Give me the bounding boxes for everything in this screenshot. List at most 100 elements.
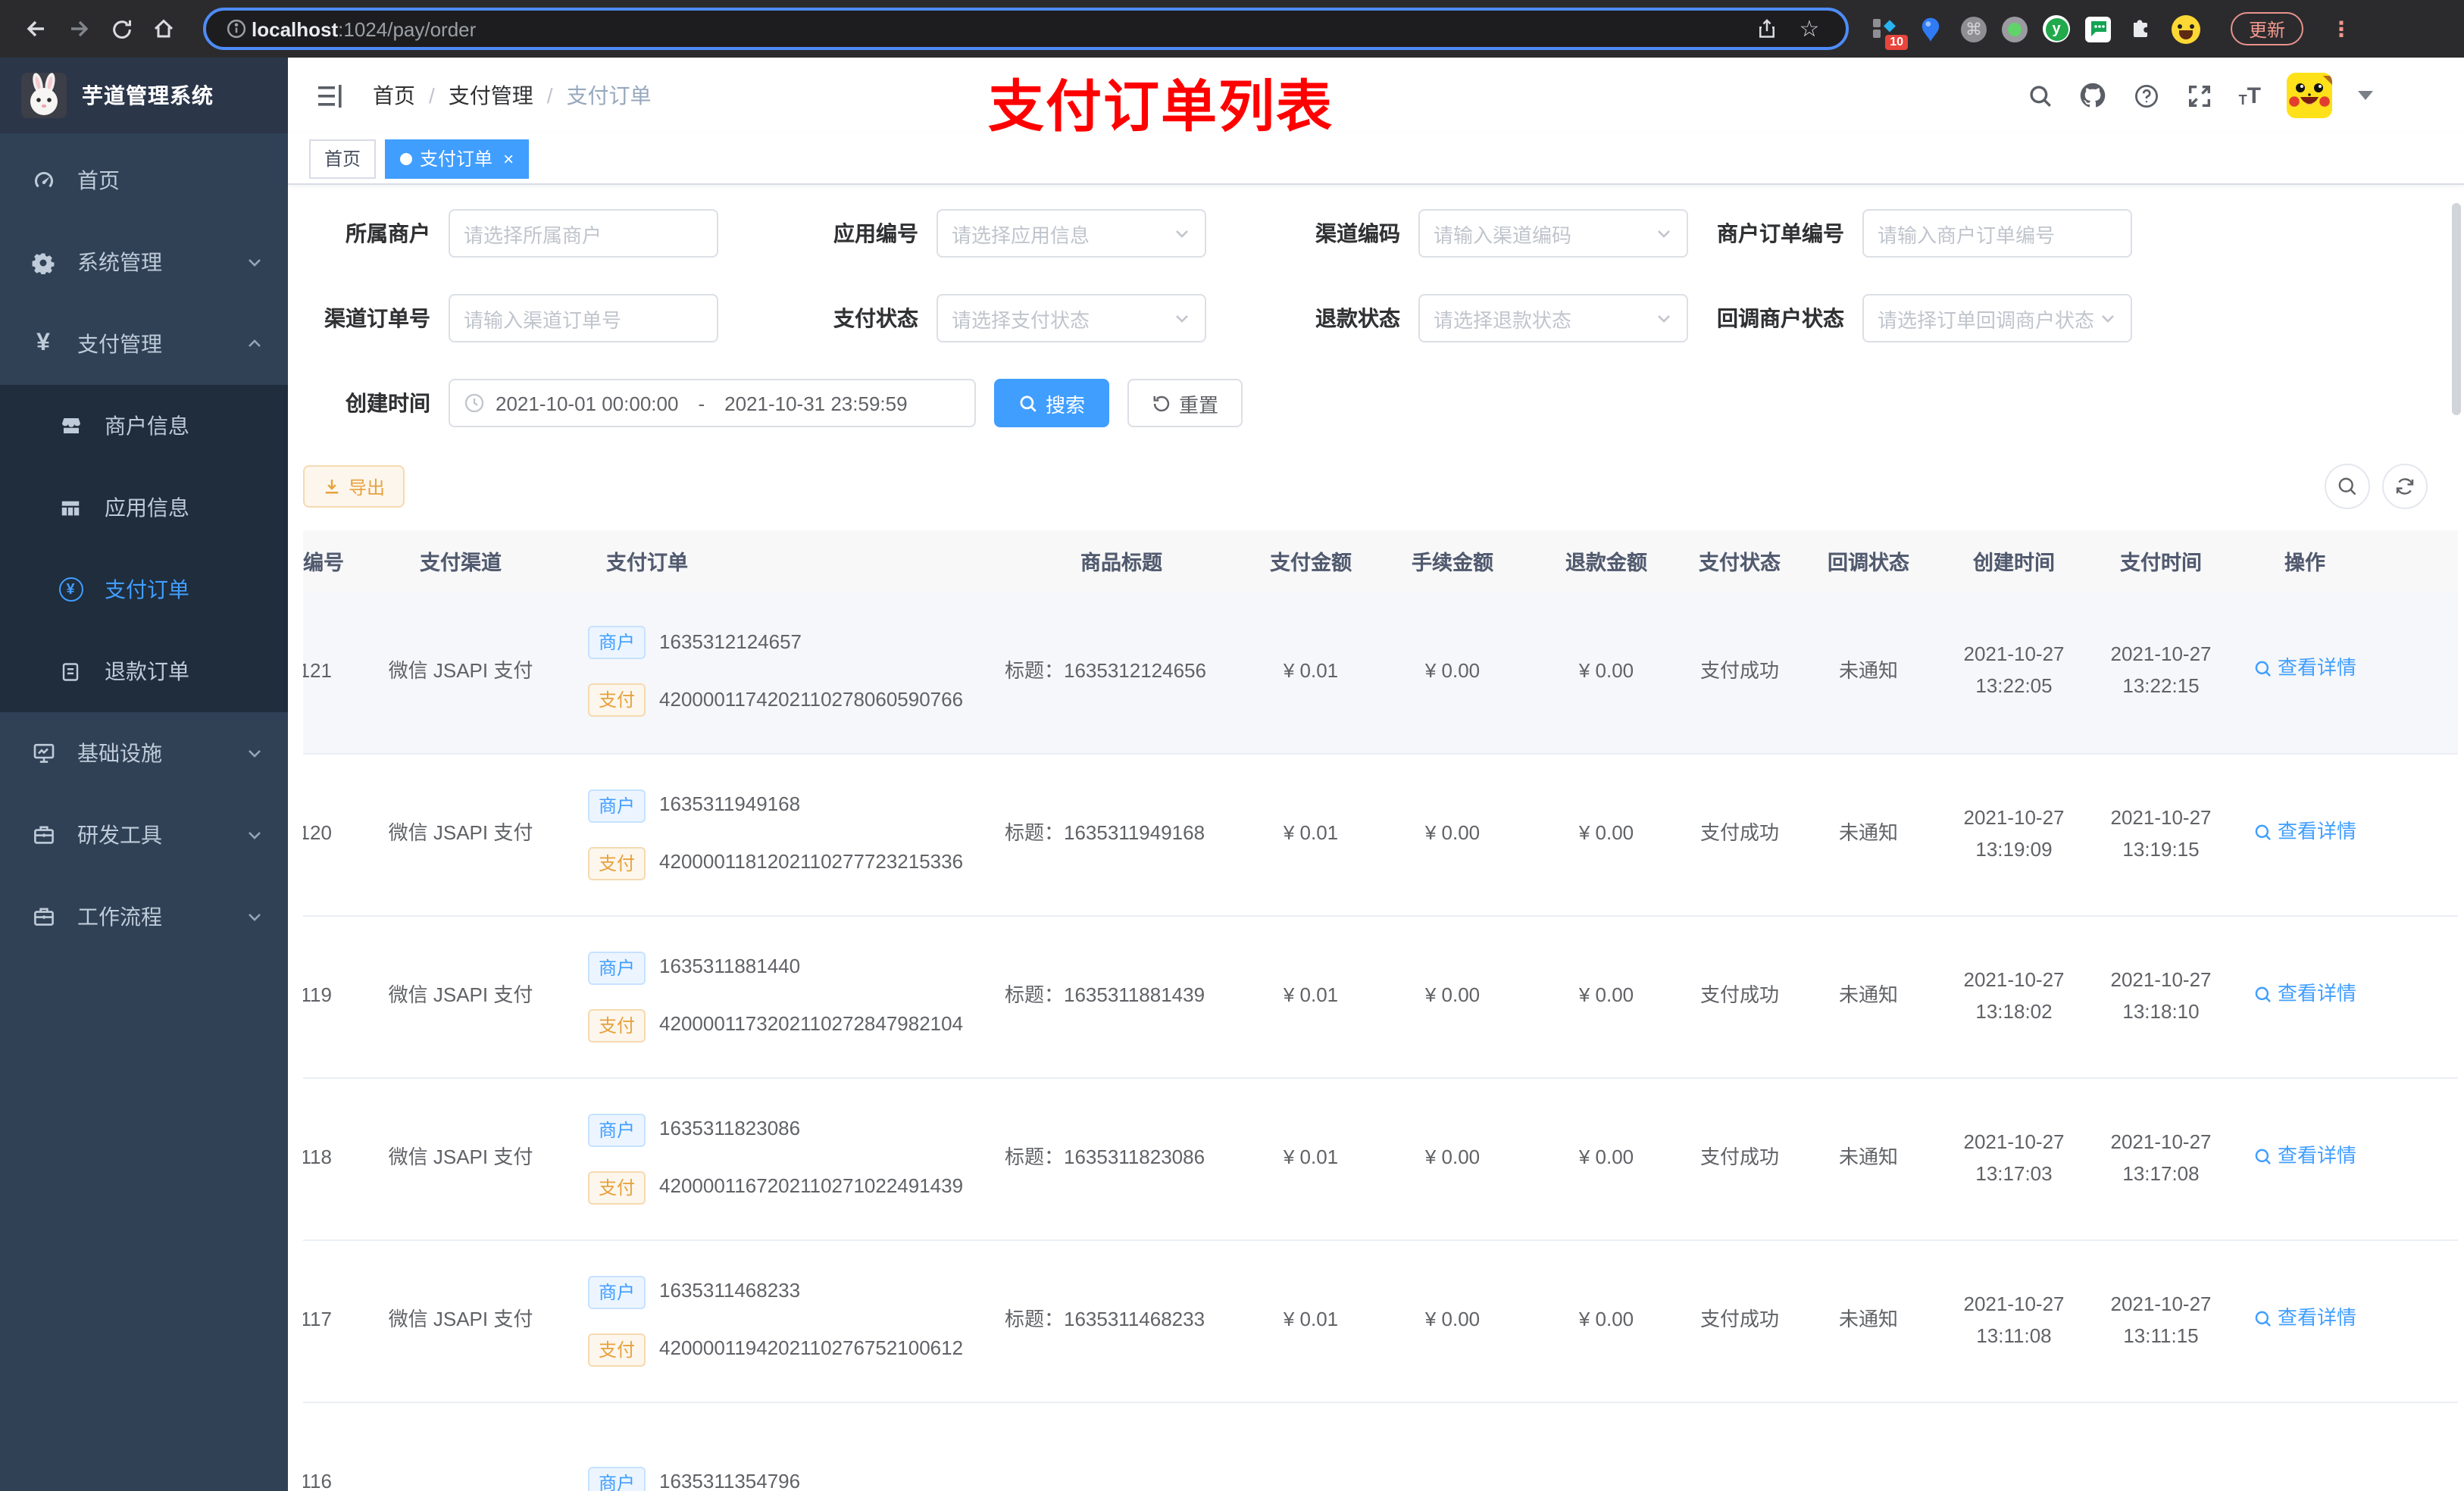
status-dot-extension-icon[interactable] [2002, 16, 2028, 42]
cell-actions: 查看详情 [2231, 1077, 2458, 1240]
filter-label: 回调商户状态 [1717, 306, 1844, 330]
cell-channel: 微信 JSAPI 支付 [358, 1239, 564, 1402]
merchant-tag: 商户 [588, 1466, 646, 1491]
export-button[interactable]: 导出 [303, 465, 405, 508]
cell-order-no: 商户 1635311468233 支付 4200001194202110276752… [564, 1239, 993, 1402]
cell-fee: ¥ 0.00 [1371, 1077, 1534, 1240]
dashboard-icon [30, 167, 56, 193]
pay-tag: 支付 [588, 846, 646, 880]
merchant-tag: 商户 [588, 626, 646, 660]
sidebar-item-document[interactable]: 退款订单 [0, 630, 288, 712]
pin-balloon-extension-icon[interactable] [1915, 14, 1946, 44]
date-end: 2021-10-31 23:59:59 [724, 392, 908, 414]
table-row[interactable]: 120 微信 JSAPI 支付 商户1635311949168 支付420000… [303, 753, 2458, 916]
col-header: 手续金额 [1371, 530, 1534, 591]
back-icon[interactable] [15, 8, 58, 50]
filter-label: 应用编号 [833, 221, 918, 245]
view-detail-link[interactable]: 查看详情 [2253, 1302, 2356, 1334]
filter-item: 退款状态 请选择退款状态 [1206, 294, 1688, 342]
chevron-down-icon[interactable] [2358, 91, 2373, 100]
sidebar-item-shop[interactable]: 商户信息 [0, 385, 288, 467]
app-logo[interactable]: 芋道管理系统 [0, 58, 288, 133]
view-detail-link[interactable]: 查看详情 [2253, 654, 2356, 686]
table-row[interactable]: 119 微信 JSAPI 支付 商户 1635311881440 支付 420000… [303, 915, 2458, 1078]
view-detail-link[interactable]: 查看详情 [2253, 816, 2356, 848]
cell-amount: ¥ 0.01 [1250, 1077, 1371, 1240]
search-button[interactable]: 搜索 [994, 379, 1110, 427]
cell-order-no: 商户 1635312124657 支付 4200001174202110278060… [564, 591, 993, 754]
sidebar-item-grid[interactable]: 应用信息 [0, 467, 288, 549]
chat-extension-icon[interactable] [2085, 16, 2111, 42]
close-icon[interactable]: × [503, 148, 514, 169]
cell-amount: ¥ 0.01 [1250, 591, 1371, 754]
cell-status: 支付成功 [1679, 915, 1800, 1078]
chevron-down-icon [245, 253, 264, 271]
sidebar-menu: 首页 系统管理 ¥ 支付管理 商户信息 应用信息 ¥ 支付订单 退款订单 基础设… [0, 133, 288, 1491]
menu-dots-icon[interactable]: ⋮ [2331, 16, 2352, 42]
select-1[interactable]: 请选择应用信息 [937, 209, 1206, 258]
star-icon[interactable]: ☆ [1788, 8, 1831, 50]
cell-channel: 微信 JSAPI 支付 [358, 1077, 564, 1240]
placeholder-text: 请选择所属商户 [464, 223, 602, 246]
sidebar-item-gear[interactable]: 系统管理 [0, 221, 288, 303]
home-icon[interactable] [142, 8, 185, 50]
select-1[interactable]: 请选择支付状态 [937, 294, 1206, 342]
info-icon[interactable] [221, 8, 252, 50]
update-button[interactable]: 更新 [2231, 12, 2304, 45]
view-detail-link[interactable]: 查看详情 [2253, 978, 2356, 1010]
tab-tag[interactable]: 首页 × [309, 139, 377, 178]
table-row[interactable]: 118 微信 JSAPI 支付 商户 1635311823086 支付 420000… [303, 1077, 2458, 1240]
input-3[interactable]: 请输入商户订单编号 [1862, 209, 2132, 258]
reload-icon[interactable] [100, 8, 142, 50]
sidebar-item-briefcase[interactable]: 工作流程 [0, 876, 288, 958]
sidebar-item-dashboard[interactable]: 首页 [0, 139, 288, 221]
extensions-puzzle-icon[interactable] [2126, 14, 2156, 44]
cell-title: 标题：1635312124656 [993, 591, 1250, 754]
select-3[interactable]: 请选择订单回调商户状态 [1862, 294, 2132, 342]
sidebar-item-monitor[interactable]: 基础设施 [0, 712, 288, 794]
merchant-tag: 商户 [588, 951, 646, 984]
cell-amount: ¥ 0.01 [1250, 915, 1371, 1078]
table-row[interactable]: 117 微信 JSAPI 支付 商户 1635311468233 支付 420000… [303, 1239, 2458, 1402]
view-detail-link[interactable]: 查看详情 [2253, 1140, 2356, 1172]
fullscreen-icon[interactable] [2186, 82, 2213, 109]
cell-actions: 查看详情 [2231, 591, 2458, 754]
select-2[interactable]: 请输入渠道编码 [1418, 209, 1688, 258]
tab-tag[interactable]: 支付订单 × [385, 139, 530, 178]
address-bar[interactable]: localhost:1024/pay/order ☆ [203, 8, 1849, 50]
input-0[interactable]: 请选择所属商户 [449, 209, 718, 258]
reset-button[interactable]: 重置 [1127, 379, 1243, 427]
share-icon[interactable] [1746, 8, 1788, 50]
forward-icon[interactable] [58, 8, 100, 50]
profile-avatar[interactable] [2172, 14, 2200, 43]
page-scrollbar[interactable] [2452, 203, 2461, 415]
sidebar-toggle-icon[interactable] [315, 80, 346, 111]
command-extension-icon[interactable]: ⌘ [1961, 16, 1987, 42]
placeholder-text: 请选择订单回调商户状态 [1878, 308, 2095, 331]
y-extension-icon[interactable]: y [2043, 15, 2070, 42]
font-size-icon[interactable]: TT [2239, 84, 2261, 107]
filter-item: 渠道编码 请输入渠道编码 [1206, 209, 1688, 258]
chevron-up-icon [245, 335, 264, 353]
filter-label: 创建时间 [346, 391, 430, 415]
sidebar-item-yen[interactable]: ¥ 支付管理 [0, 303, 288, 385]
toggle-search-button[interactable] [2325, 464, 2370, 509]
cell-channel: 微信 JSAPI 支付 [358, 915, 564, 1078]
search-icon[interactable] [2027, 82, 2054, 109]
breadcrumb-pay[interactable]: 支付管理 [449, 80, 533, 111]
breadcrumb-home[interactable]: 首页 [373, 80, 415, 111]
github-icon[interactable] [2080, 82, 2107, 109]
sidebar-item-yen-circle[interactable]: ¥ 支付订单 [0, 549, 288, 630]
sidepanel-extension-icon[interactable]: 10 [1870, 14, 1908, 50]
table-row[interactable]: 121 微信 JSAPI 支付 商户1635312124657 支付420000… [303, 591, 2458, 754]
sidebar-item-toolbox[interactable]: 研发工具 [0, 794, 288, 876]
cell-fee: ¥ 0.00 [1371, 753, 1534, 916]
help-icon[interactable] [2133, 82, 2160, 109]
select-2[interactable]: 请选择退款状态 [1418, 294, 1688, 342]
input-0[interactable]: 请输入渠道订单号 [449, 294, 718, 342]
cell-notify-status: 未通知 [1800, 591, 1937, 754]
user-avatar[interactable] [2287, 73, 2332, 118]
table-row[interactable]: 116 商户 1635311354796 [303, 1402, 2458, 1491]
refresh-button[interactable] [2382, 464, 2428, 509]
date-range-picker[interactable]: 2021-10-01 00:00:00 - 2021-10-31 23:59:5… [449, 379, 976, 427]
